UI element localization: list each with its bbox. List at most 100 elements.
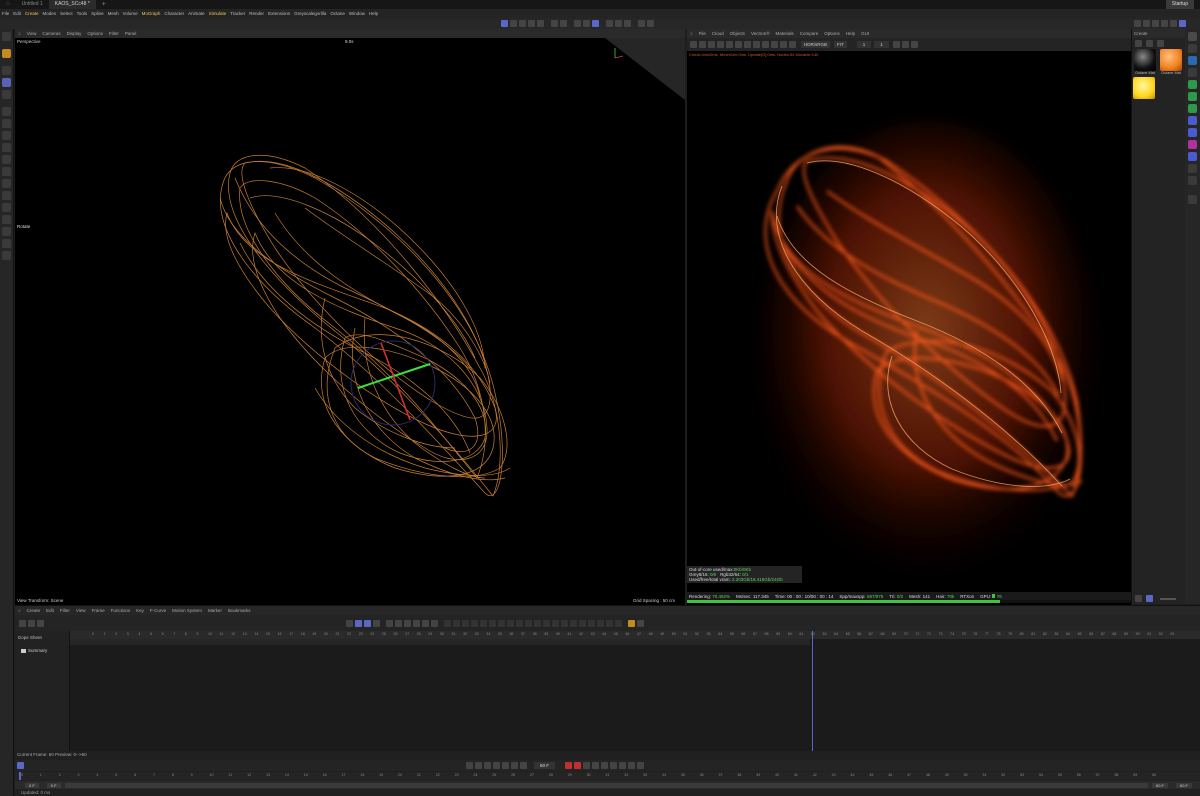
- material-create-menu[interactable]: Create: [1134, 31, 1148, 36]
- interp-1-icon[interactable]: [444, 619, 451, 627]
- render-settings-icon[interactable]: [592, 20, 599, 27]
- start-frame-field[interactable]: 0 F: [25, 782, 39, 788]
- tl-menu-view[interactable]: View: [73, 606, 89, 615]
- rotate-tool-icon[interactable]: [2, 78, 11, 87]
- tl-menu-filter[interactable]: Filter: [57, 606, 73, 615]
- live-viewer-grip-icon[interactable]: ≡: [687, 29, 696, 38]
- viewport-menu-display[interactable]: Display: [64, 29, 85, 38]
- workplane-icon[interactable]: [2, 191, 11, 200]
- panel-icon[interactable]: [1152, 20, 1159, 27]
- move-mode-icon[interactable]: [501, 20, 508, 27]
- tl-menu-fcurve[interactable]: F-Curve: [147, 606, 169, 615]
- go-start-icon[interactable]: [466, 762, 473, 769]
- primitive-icon[interactable]: [1188, 56, 1197, 65]
- material-preview-yellow[interactable]: [1133, 77, 1155, 99]
- position-key-icon[interactable]: [592, 762, 600, 769]
- viewport-grip-icon[interactable]: ≡: [15, 29, 24, 38]
- compare-icon[interactable]: [901, 41, 909, 48]
- interp-8-icon[interactable]: [507, 619, 514, 627]
- timeline-settings-icon[interactable]: [637, 762, 645, 769]
- bookmark-icon[interactable]: [637, 619, 644, 627]
- deformer-icon[interactable]: [1188, 116, 1197, 125]
- interp-13-icon[interactable]: [552, 619, 559, 627]
- snap-key-icon[interactable]: [422, 619, 429, 627]
- dopesheet-grid[interactable]: 0 1 2 3 4 5 6 7 8 9 10 11 12 13 14 15 16 17 18 19 20 21 22 23 24…: [70, 631, 1200, 751]
- live-viewer-render[interactable]: Check:0ms/0ms. MeshGen:0ms. Update[G]:0m…: [687, 51, 1131, 605]
- menu-file[interactable]: File: [0, 9, 11, 18]
- render-icon[interactable]: [583, 20, 590, 27]
- material-size-slider[interactable]: [1160, 597, 1176, 600]
- polygon-mode-icon[interactable]: [537, 20, 544, 27]
- gear-icon[interactable]: [615, 20, 622, 27]
- interp-5-icon[interactable]: [480, 619, 487, 627]
- menu-modes[interactable]: Modes: [41, 9, 59, 18]
- prev-key-icon[interactable]: [475, 762, 482, 769]
- interp-3-icon[interactable]: [462, 619, 469, 627]
- layout-startup-button[interactable]: Startup: [1165, 0, 1194, 9]
- settings-icon[interactable]: [1161, 20, 1168, 27]
- pla-key-icon[interactable]: [628, 762, 636, 769]
- pick-object-icon[interactable]: [771, 41, 778, 48]
- next-key-icon[interactable]: [511, 762, 518, 769]
- ripple-icon[interactable]: [431, 619, 438, 627]
- lock-tool-icon[interactable]: [2, 251, 11, 260]
- lv-menu-vectron[interactable]: Vectron®: [748, 29, 773, 38]
- send-scene-icon[interactable]: [690, 41, 697, 48]
- settings-gear-icon[interactable]: [735, 41, 742, 48]
- menu-mograph[interactable]: MoGraph: [140, 9, 163, 18]
- live-selection-icon[interactable]: [2, 49, 11, 58]
- menu-select[interactable]: Select: [58, 9, 75, 18]
- tl-menu-bookmarks[interactable]: Bookmarks: [225, 606, 254, 615]
- frame-all-icon[interactable]: [386, 619, 393, 627]
- restart-render-icon[interactable]: [699, 41, 706, 48]
- interp-18-icon[interactable]: [597, 619, 604, 627]
- stop-render-icon[interactable]: [717, 41, 724, 48]
- material-preview-orange[interactable]: [1160, 49, 1182, 71]
- menu-simulate[interactable]: Simulate: [207, 9, 229, 18]
- spline-icon[interactable]: [1188, 140, 1197, 149]
- auto-key-icon[interactable]: [364, 619, 371, 627]
- mini-playhead[interactable]: [19, 772, 21, 780]
- pick-material-icon[interactable]: [762, 41, 769, 48]
- preview-range-slider[interactable]: [64, 782, 1148, 788]
- end-frame-field[interactable]: 60 F: [1175, 782, 1192, 788]
- edge-mode-icon[interactable]: [528, 20, 535, 27]
- object-manager-icon[interactable]: [1188, 32, 1197, 41]
- pick-focus-icon[interactable]: [753, 41, 760, 48]
- preview-end-field[interactable]: 60 F: [1151, 782, 1168, 788]
- record-icon[interactable]: [565, 762, 573, 769]
- material-preview-dark[interactable]: [1134, 49, 1156, 71]
- new-tab-icon[interactable]: +: [96, 0, 112, 9]
- field-icon[interactable]: [1188, 128, 1197, 137]
- menu-edit[interactable]: Edit: [11, 9, 23, 18]
- measure-tool-icon[interactable]: [2, 215, 11, 224]
- pause-render-icon[interactable]: [708, 41, 715, 48]
- camera-icon[interactable]: [647, 20, 654, 27]
- viewport-menu-view[interactable]: View: [24, 29, 40, 38]
- lv-menu-cloud[interactable]: Cloud: [709, 29, 727, 38]
- effector-icon[interactable]: [1188, 104, 1197, 113]
- viewport-menu-panel[interactable]: Panel: [122, 29, 140, 38]
- menu-render[interactable]: Render: [247, 9, 266, 18]
- tl-menu-motion-system[interactable]: Motion System: [169, 606, 205, 615]
- snapshot-icon[interactable]: [892, 41, 900, 48]
- menu-help[interactable]: Help: [367, 9, 380, 18]
- material-view-icon[interactable]: [1135, 595, 1142, 602]
- rotation-key-icon[interactable]: [601, 762, 609, 769]
- playhead-line[interactable]: [812, 631, 813, 751]
- interp-16-icon[interactable]: [579, 619, 586, 627]
- interp-4-icon[interactable]: [471, 619, 478, 627]
- material-settings-icon[interactable]: [1146, 40, 1153, 47]
- tl-menu-key[interactable]: Key: [133, 606, 147, 615]
- prev-frame-icon[interactable]: [484, 762, 491, 769]
- interp-15-icon[interactable]: [570, 619, 577, 627]
- tl-menu-edit[interactable]: Edit: [43, 606, 57, 615]
- snap-icon[interactable]: [551, 20, 558, 27]
- tl-menu-create[interactable]: Create: [24, 606, 44, 615]
- link-icon[interactable]: [355, 619, 362, 627]
- dopesheet-mode-icon[interactable]: [19, 619, 26, 627]
- timeline-key-toggle-icon[interactable]: [17, 762, 24, 769]
- interp-12-icon[interactable]: [543, 619, 550, 627]
- play-icon[interactable]: [493, 762, 500, 769]
- grid-tool-icon[interactable]: [2, 239, 11, 248]
